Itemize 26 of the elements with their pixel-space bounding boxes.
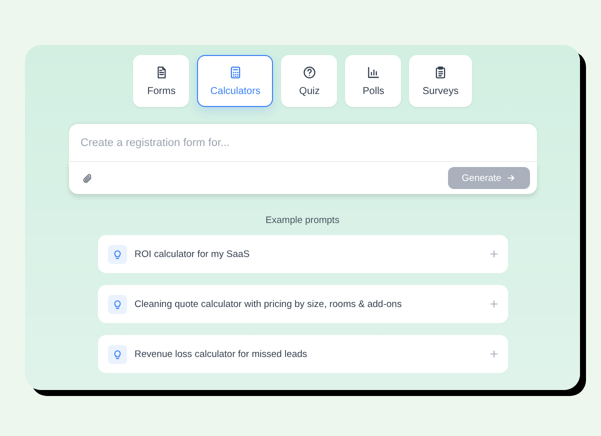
tab[interactable]: Quiz (281, 55, 338, 107)
plus-icon[interactable] (490, 250, 498, 258)
document-icon (154, 66, 168, 78)
lightbulb-icon (108, 244, 126, 264)
tab[interactable]: Polls (345, 55, 402, 107)
plus-icon[interactable] (490, 350, 498, 358)
lightbulb-icon (108, 294, 126, 314)
calculator-icon (228, 66, 242, 78)
tab[interactable]: Forms (133, 55, 190, 107)
arrow-right-icon (507, 174, 516, 182)
example-prompt-text: Revenue loss calculator for missed leads (134, 348, 308, 360)
example-prompt-text: Cleaning quote calculator with pricing by size, rooms & add-ons (134, 298, 403, 310)
example-prompt-item[interactable]: Revenue loss calculator for missed leads (98, 335, 508, 373)
prompt-field[interactable]: Create a registration form for... (68, 124, 536, 162)
tab[interactable]: Surveys (409, 55, 472, 107)
example-prompt-item[interactable]: ROI calculator for my SaaS (98, 235, 508, 273)
lightbulb-icon (108, 344, 126, 364)
paperclip-icon[interactable] (82, 172, 92, 184)
plus-icon[interactable] (490, 300, 498, 308)
example-prompt-text: ROI calculator for my SaaS (134, 248, 251, 260)
section-title: Example prompts (266, 215, 340, 226)
tab[interactable]: Calculators (197, 55, 274, 107)
example-prompt-item[interactable]: Cleaning quote calculator with pricing by size, rooms & add-ons (98, 285, 508, 323)
clipboard-icon (434, 66, 448, 78)
bar-chart-icon (366, 66, 380, 78)
question-icon (302, 66, 316, 78)
